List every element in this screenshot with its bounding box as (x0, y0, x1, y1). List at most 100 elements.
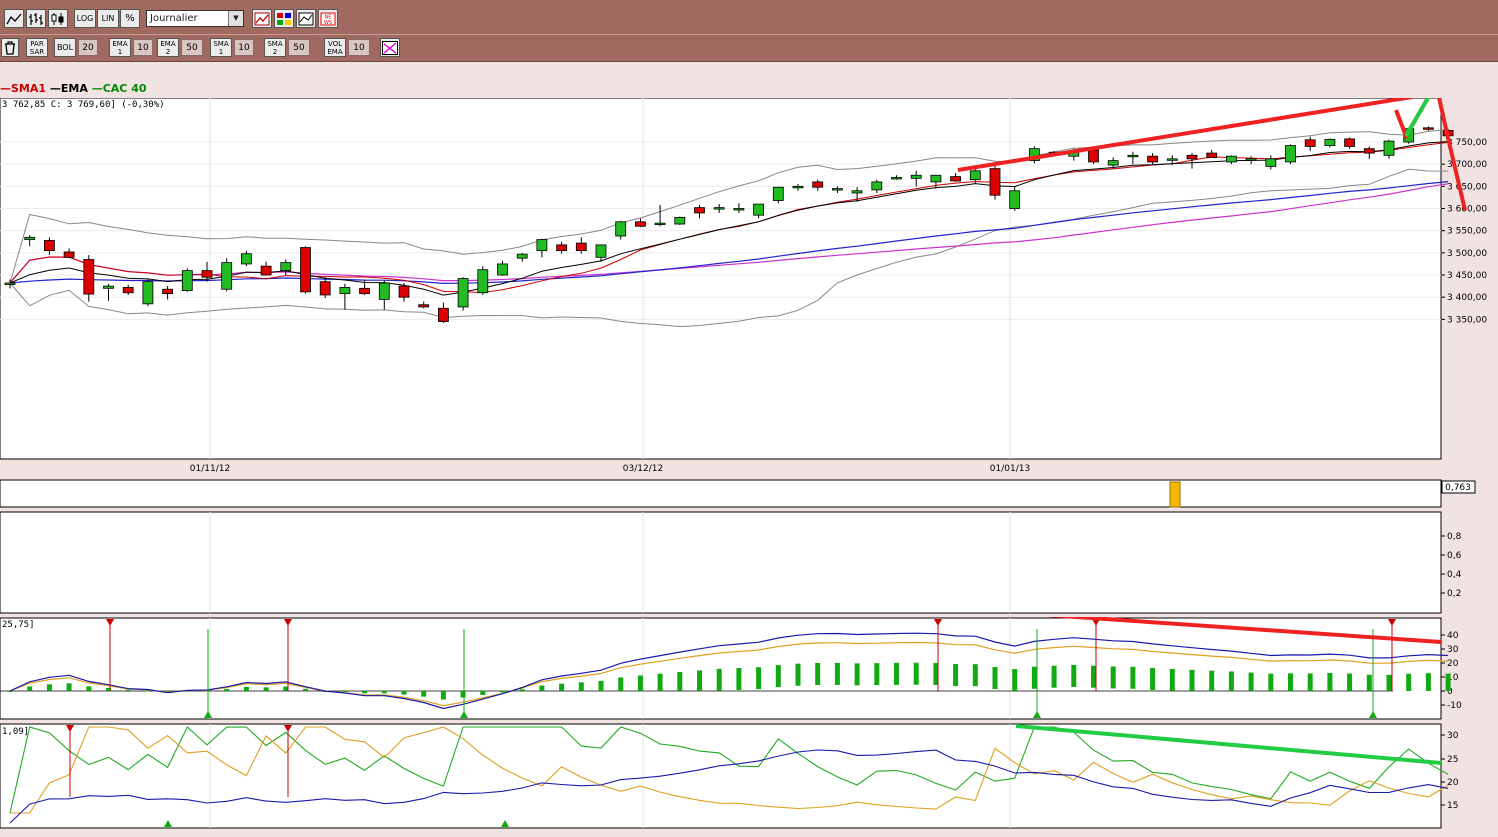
macd-histogram-bar (1288, 673, 1293, 691)
parsar-button[interactable]: PAR SAR (26, 38, 48, 57)
macd-histogram-bar (1051, 665, 1057, 688)
macd-histogram-bar (775, 665, 781, 688)
quote-readout: 3 762,85 C: 3 769,60] (-0,30%) (2, 100, 165, 110)
macd-histogram-bar (1150, 667, 1156, 690)
macd-histogram-bar (953, 664, 959, 687)
ohlc-icon (29, 12, 43, 25)
axis-tick-label: 25 (1447, 755, 1458, 765)
candle-body (103, 285, 114, 289)
candle-body (1383, 140, 1395, 156)
candle-body (201, 270, 213, 278)
ema1-period[interactable]: 10 (133, 39, 153, 56)
candle-body (63, 251, 75, 258)
candle-body (477, 269, 489, 294)
candle-body (635, 221, 646, 227)
sma1-period[interactable]: 10 (234, 39, 254, 56)
axis-tick-label: 30 (1447, 731, 1459, 741)
macd-histogram-bar (539, 685, 545, 691)
axis-tick-label: 0,6 (1447, 551, 1462, 561)
candle-body (851, 190, 863, 194)
axis-tick-label: 0,8 (1447, 532, 1462, 542)
log-scale-button[interactable]: LOG (74, 9, 96, 28)
macd-histogram-bar (1169, 668, 1175, 691)
candle-body (339, 287, 351, 295)
macd-histogram-bar (421, 691, 427, 697)
trash-icon (5, 40, 15, 55)
candle-body (772, 186, 784, 201)
indicator-toolbar: PAR SAR BOL 20 EMA 1 10 EMA 2 50 SMA 1 1… (0, 34, 1498, 62)
chart-settings-button[interactable] (252, 9, 272, 28)
candle-body (1265, 158, 1277, 167)
sma1-button[interactable]: SMA 1 (210, 38, 232, 57)
candle-body (910, 174, 922, 179)
sma2-period[interactable]: 50 (288, 39, 310, 56)
macd-histogram-bar (1347, 673, 1353, 691)
candle-body (1107, 160, 1119, 166)
price-tick-label: 3 600,00 (1447, 205, 1487, 215)
candle-body (930, 174, 942, 183)
candle-body (378, 282, 390, 300)
macd-histogram-bar (1130, 666, 1136, 689)
macd-histogram-bar (559, 683, 565, 691)
ema2-button[interactable]: EMA 2 (157, 38, 179, 57)
macd-histogram-bar (598, 680, 604, 691)
bollinger-period[interactable]: 20 (78, 39, 98, 56)
macd-label: 25,75] (2, 620, 35, 630)
macd-histogram-bar (303, 688, 308, 691)
macd-histogram-bar (460, 691, 466, 698)
bollinger-button[interactable]: BOL (54, 38, 76, 57)
period-select[interactable]: Journalier ▼ (146, 10, 244, 27)
volume-ema-button[interactable]: VOL EMA (324, 38, 346, 57)
volume-panel[interactable]: 0,763 (0, 479, 1498, 509)
sma2-button[interactable]: SMA 2 (264, 38, 286, 57)
price-chart[interactable]: 3 750,003 700,003 650,003 600,003 550,00… (0, 98, 1498, 460)
dmi-panel[interactable]: 30 25 20 15 (0, 723, 1498, 831)
macd-histogram-bar (381, 691, 387, 694)
candle-body (1166, 158, 1178, 161)
candle-body (575, 242, 587, 252)
indicator-panel-empty[interactable]: 0,8 0,6 0,4 0,2 (0, 511, 1498, 615)
main-toolbar: LOG LIN % Journalier ▼ NE WS (0, 0, 1498, 35)
axis-tick-label: 40 (1447, 631, 1459, 641)
candle-body (1324, 138, 1336, 146)
colors-button[interactable] (274, 9, 294, 28)
volume-ema-period[interactable]: 10 (348, 39, 370, 56)
date-label-dec: 03/12/12 (623, 464, 663, 474)
macd-histogram-bar (736, 668, 742, 691)
candle-body (615, 221, 627, 237)
draw-tools-button[interactable] (380, 38, 400, 57)
macd-histogram-bar (1189, 669, 1195, 691)
candle-body (418, 304, 430, 308)
macd-histogram-bar (1366, 674, 1372, 691)
period-select-value: Journalier (150, 13, 198, 24)
trash-button[interactable] (1, 38, 19, 57)
compare-button[interactable] (296, 9, 316, 28)
ema2-period[interactable]: 50 (181, 39, 203, 56)
macd-panel[interactable]: 403020100-10 (0, 617, 1498, 721)
axis-tick-label: 20 (1447, 778, 1459, 788)
macd-histogram-bar (637, 675, 643, 691)
macd-histogram-bar (1071, 664, 1077, 687)
chevron-down-icon[interactable]: ▼ (228, 11, 243, 26)
macd-histogram-bar (697, 670, 702, 691)
line-chart-button[interactable] (4, 9, 24, 28)
svg-text:WS: WS (324, 20, 332, 26)
macd-histogram-bar (1406, 673, 1412, 691)
candle-body (1285, 145, 1296, 163)
macd-histogram-bar (1386, 674, 1392, 691)
date-label-jan: 01/01/13 (990, 464, 1030, 474)
candlestick-button[interactable] (48, 9, 68, 28)
candle-body (300, 247, 311, 293)
candle-body (359, 287, 371, 295)
date-label-nov: 01/11/12 (190, 464, 230, 474)
candle-body (1147, 155, 1158, 163)
lin-scale-button[interactable]: LIN (97, 9, 119, 28)
macd-histogram-bar (27, 686, 33, 691)
candle-body (753, 203, 764, 216)
bar-chart-button[interactable] (26, 9, 46, 28)
ema1-button[interactable]: EMA 1 (109, 38, 131, 57)
volume-bar (1169, 481, 1181, 508)
news-button[interactable]: NE WS (318, 9, 338, 28)
candle-body (1304, 139, 1316, 147)
percent-scale-button[interactable]: % (120, 9, 140, 28)
